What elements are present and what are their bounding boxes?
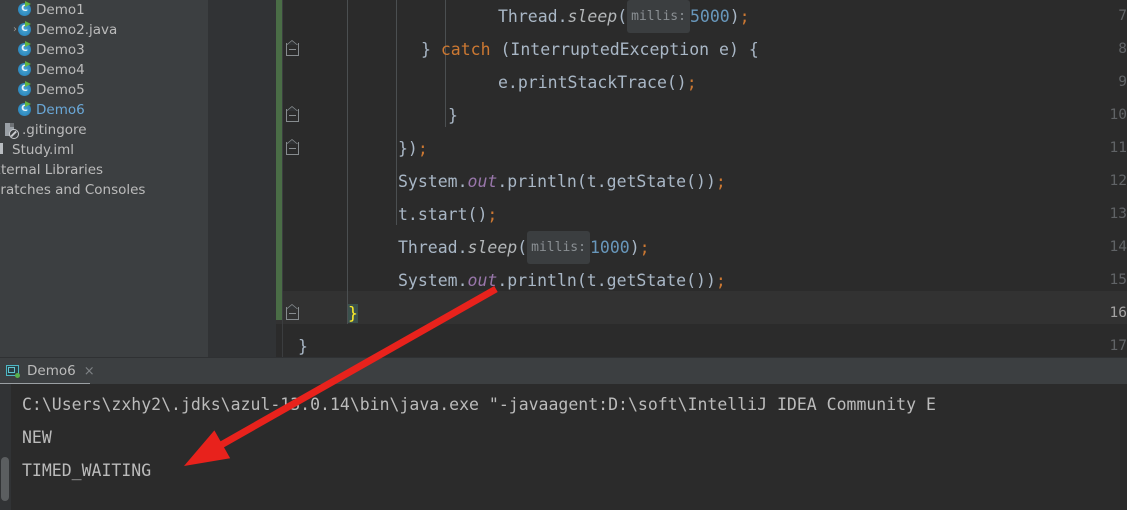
code-line-10[interactable]: } [448,99,458,132]
code-token: .println(t.getState()) [497,172,716,191]
console-line-2: NEW [22,428,52,447]
ide-window: C Demo1 › C Demo2.java C Demo3 C Demo4 C Demo5 C Dem… [0,0,1127,510]
java-class-icon: C [18,21,32,37]
code-token: } [298,337,308,356]
parameter-hint: millis: [627,0,690,33]
code-token: }) [398,139,418,158]
code-token: ) [729,7,740,26]
code-text-layer[interactable]: Thread.sleep(millis: 5000);} catch (Inter… [208,0,1127,357]
java-class-icon: C [18,81,32,97]
code-token: out [467,172,498,191]
code-token: System. [398,172,468,191]
java-class-icon: C [18,61,32,77]
code-token: sleep [567,7,618,26]
code-line-7[interactable]: Thread.sleep(millis: 5000); [498,0,750,33]
run-tab-demo6[interactable]: Demo6 × [0,358,105,384]
code-token: } [448,106,458,125]
console-gutter [0,384,11,510]
code-token: ( [617,7,628,26]
code-token: ; [739,7,750,26]
code-token: .println(t.getState()) [497,271,716,290]
console-scrollbar-thumb[interactable] [1,457,9,501]
close-icon[interactable]: × [84,364,95,379]
tree-item-study-iml[interactable]: Study.iml [0,140,208,160]
tree-item-demo6[interactable]: C Demo6 [0,100,208,120]
code-token: Thread. [398,238,468,257]
code-token: sleep [467,238,518,257]
java-class-icon: C [18,41,32,57]
code-line-12[interactable]: System.out.println(t.getState()); [398,165,726,198]
code-token: t.start() [398,205,488,224]
run-tab-label: Demo6 [27,363,76,379]
code-token: ) [629,238,640,257]
java-class-icon: C [18,1,32,17]
tree-item-label: Study.iml [12,142,74,158]
tree-item-label: Demo3 [36,42,85,58]
tree-item-label: Demo4 [36,62,85,78]
tree-item-label: cratches and Consoles [0,182,146,198]
code-line-16[interactable]: } [348,297,358,330]
project-tree-panel[interactable]: C Demo1 › C Demo2.java C Demo3 C Demo4 C Demo5 C Dem… [0,0,208,357]
run-tab-strip[interactable]: Demo6 × [0,358,1127,385]
code-line-9[interactable]: e.printStackTrace(); [498,66,697,99]
code-token: System. [398,271,468,290]
code-token: catch [440,40,491,59]
tree-item-demo4[interactable]: C Demo4 [0,60,208,80]
console-line-3: TIMED_WAITING [22,461,152,480]
tree-item-label: Demo1 [36,2,85,18]
java-class-icon: C [18,101,32,117]
code-token: ; [417,139,428,158]
code-line-13[interactable]: t.start(); [398,198,497,231]
code-token: ( [517,238,528,257]
tree-item-demo2-java[interactable]: › C Demo2.java [0,20,208,40]
matched-brace: } [348,304,358,323]
tree-item-demo1[interactable]: C Demo1 [0,0,208,20]
code-line-8[interactable]: } catch (InterruptedException e) { [421,33,759,66]
code-token: 1000 [589,238,630,257]
code-token: } [421,40,441,59]
code-line-17[interactable]: } [298,330,308,357]
console-output[interactable]: C:\Users\zxhy2\.jdks\azul-13.0.14\bin\ja… [0,384,1127,510]
tree-item-xternal-libraries[interactable]: xternal Libraries [0,160,208,180]
gitignore-file-icon [4,123,19,139]
code-token: 5000 [689,7,730,26]
code-token: ; [686,73,697,92]
code-token: ; [639,238,650,257]
code-token: ; [715,172,726,191]
code-token: Thread. [498,7,568,26]
tree-item-label: xternal Libraries [0,162,104,178]
parameter-hint: millis: [527,231,590,264]
code-line-11[interactable]: }); [398,132,428,165]
tree-item-label: Demo2.java [36,22,118,38]
tree-item-label: Demo5 [36,82,85,98]
tree-item-cratches-and-consoles[interactable]: cratches and Consoles [0,180,208,200]
tree-item-demo3[interactable]: C Demo3 [0,40,208,60]
run-console-icon [6,364,21,379]
iml-module-icon [0,143,8,157]
code-token: ; [715,271,726,290]
code-token: out [467,271,498,290]
console-line-1: C:\Users\zxhy2\.jdks\azul-13.0.14\bin\ja… [22,395,936,414]
code-token: ; [487,205,498,224]
tree-item-label: .gitingore [22,122,87,138]
code-token: e.printStackTrace() [498,73,687,92]
code-editor[interactable]: 7 8 9 10 11 12 13 14 15 16 17 Thread.sleep(millis:… [208,0,1127,357]
tree-item-label: Demo6 [36,102,85,118]
run-tool-window[interactable]: Demo6 × C:\Users\zxhy2\.jdks\azul-13.0.1… [0,358,1127,510]
tree-item-demo5[interactable]: C Demo5 [0,80,208,100]
code-line-15[interactable]: System.out.println(t.getState()); [398,264,726,297]
code-token: (InterruptedException e) { [490,40,759,59]
tree-item-gitingore[interactable]: .gitingore [0,120,208,140]
code-line-14[interactable]: Thread.sleep(millis: 1000); [398,231,650,264]
